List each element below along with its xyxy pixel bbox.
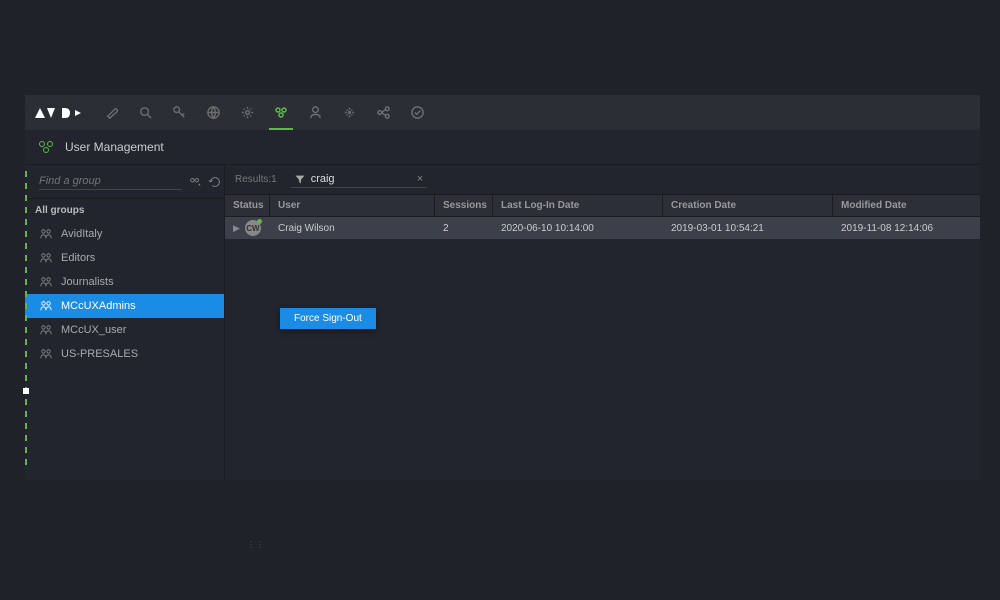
sidebar-item-mccux_user[interactable]: MCcUX_user: [25, 318, 224, 342]
context-menu-force-signout[interactable]: Force Sign-Out: [280, 308, 376, 329]
key-icon[interactable]: [171, 105, 187, 121]
users-icon: [37, 139, 55, 155]
user-icon[interactable]: [307, 105, 323, 121]
group-search-input[interactable]: [39, 173, 182, 190]
add-group-icon[interactable]: [188, 175, 202, 189]
refresh-icon[interactable]: [208, 175, 222, 189]
cell-sessions: 2: [435, 223, 493, 234]
col-sessions[interactable]: Sessions: [435, 195, 493, 216]
results-count: Results:1: [235, 174, 277, 185]
check-icon[interactable]: [409, 105, 425, 121]
sidebar-item-journalists[interactable]: Journalists: [25, 270, 224, 294]
user-filter-input[interactable]: [311, 173, 411, 185]
gear-icon[interactable]: [239, 105, 255, 121]
sidebar-item-mccuxadmins[interactable]: MCcUXAdmins: [25, 294, 224, 318]
sidebar-item-label: US-PRESALES: [61, 348, 138, 360]
sidebar-item-label: AvidItaly: [61, 228, 102, 240]
section-header: User Management: [25, 130, 980, 165]
col-status[interactable]: Status: [225, 195, 270, 216]
expand-icon[interactable]: ▶: [233, 223, 240, 234]
burst-icon[interactable]: [341, 105, 357, 121]
globe-icon[interactable]: [205, 105, 221, 121]
col-creation[interactable]: Creation Date: [663, 195, 833, 216]
sidebar-item-label: Journalists: [61, 276, 114, 288]
page-title: User Management: [65, 140, 164, 154]
cell-user: Craig Wilson: [270, 223, 435, 234]
users-icon[interactable]: [273, 105, 289, 121]
avatar: CW: [245, 220, 261, 236]
avid-logo: [35, 106, 85, 120]
groups-label: All groups: [25, 199, 224, 222]
sidebar-item-editors[interactable]: Editors: [25, 246, 224, 270]
sidebar-item-label: Editors: [61, 252, 95, 264]
nodes-icon[interactable]: [375, 105, 391, 121]
col-user[interactable]: User: [270, 195, 435, 216]
resize-handle[interactable]: ⋮⋮: [247, 540, 265, 549]
cell-creation: 2019-03-01 10:54:21: [663, 223, 833, 234]
clear-filter-icon[interactable]: ×: [417, 173, 423, 185]
table-row[interactable]: ▶CWCraig Wilson22020-06-10 10:14:002019-…: [225, 217, 980, 239]
table-header: Status User Sessions Last Log-In Date Cr…: [225, 195, 980, 217]
cell-last-login: 2020-06-10 10:14:00: [493, 223, 663, 234]
sidebar-item-us-presales[interactable]: US-PRESALES: [25, 342, 224, 366]
col-last-login[interactable]: Last Log-In Date: [493, 195, 663, 216]
cell-modified: 2019-11-08 12:14:06: [833, 223, 980, 234]
sidebar-item-aviditaly[interactable]: AvidItaly: [25, 222, 224, 246]
sidebar: All groups AvidItaly Editors Journalists MC…: [25, 165, 225, 480]
wrench-icon[interactable]: [103, 105, 119, 121]
top-toolbar: [25, 95, 980, 130]
sidebar-item-label: MCcUX_user: [61, 324, 126, 336]
sidebar-item-label: MCcUXAdmins: [61, 300, 136, 312]
filter-icon: [295, 174, 305, 184]
search-icon[interactable]: [137, 105, 153, 121]
col-modified[interactable]: Modified Date: [833, 195, 980, 216]
